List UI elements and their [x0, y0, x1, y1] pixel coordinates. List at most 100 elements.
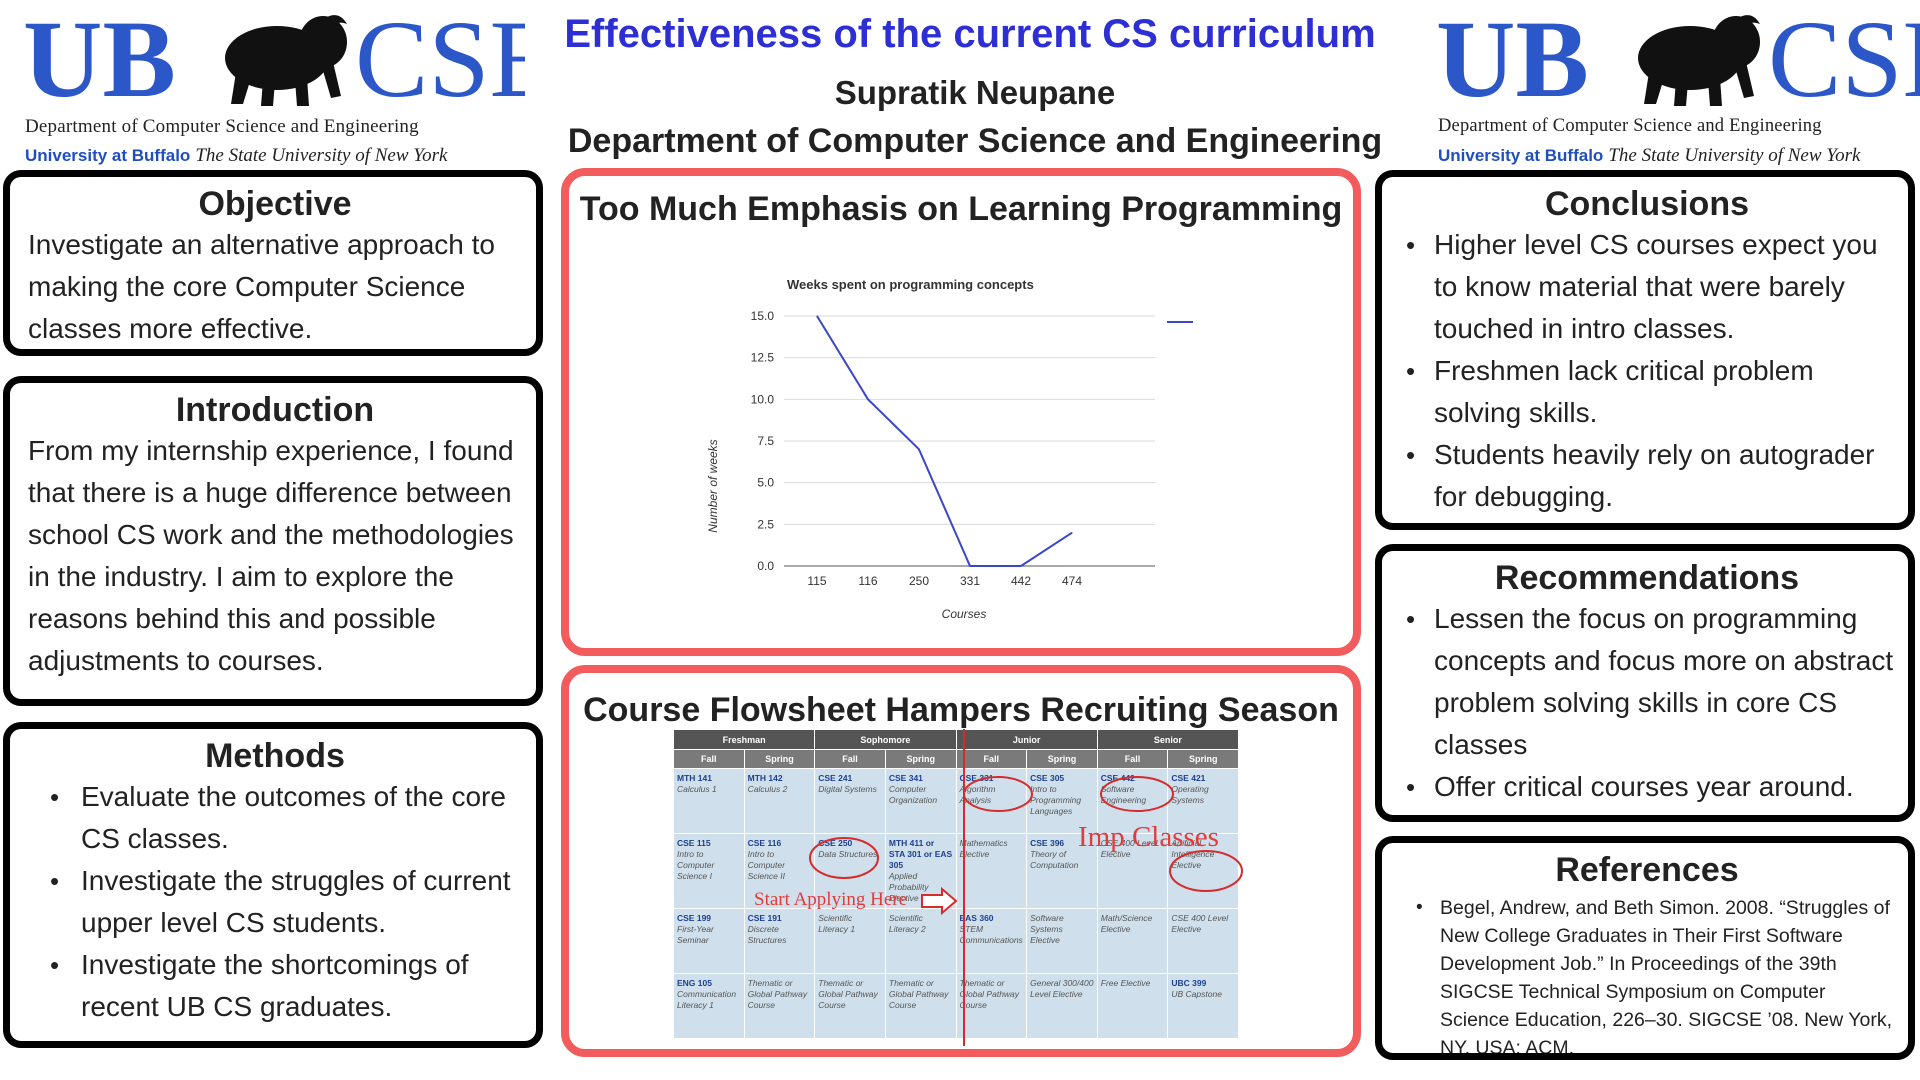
course-code: CSE 305 — [1030, 773, 1065, 783]
course-cell: Thematic or Global Pathway Course — [884, 973, 957, 1039]
course-code: MTH 141 — [677, 773, 712, 783]
semester-header: Fall — [814, 749, 886, 769]
course-code: CSE 331 — [959, 773, 994, 783]
course-description: Scientific Literacy 2 — [888, 913, 926, 934]
chart-y-tick-label: 10.0 — [751, 392, 775, 406]
course-cell: Scientific Literacy 1 — [814, 908, 886, 974]
poster-department: Department of Computer Science and Engin… — [567, 122, 1383, 160]
conclusions-heading: Conclusions — [1544, 185, 1750, 223]
course-code: CSE 116 — [747, 838, 782, 848]
logo-university-line: University at Buffalo The State Universi… — [25, 145, 525, 167]
course-cell: CSE 241 Digital Systems — [814, 768, 886, 834]
course-code: CSE 199 — [677, 913, 712, 923]
course-description: UB Capstone — [1171, 989, 1222, 999]
course-description: Discrete Structures — [747, 924, 787, 945]
flowsheet-heading: Course Flowsheet Hampers Recruiting Seas… — [583, 691, 1339, 729]
course-cell: MTH 142 Calculus 2 — [743, 768, 816, 834]
course-description: General 300/400 Level Elective — [1030, 978, 1094, 999]
imp-classes-label: Imp Classes — [1078, 821, 1219, 853]
chart-x-tick-label: 115 — [807, 574, 826, 588]
recommendations-heading: Recommendations — [1494, 559, 1800, 597]
course-code: CSE 241 — [818, 773, 853, 783]
course-description: Computer Organization — [888, 784, 938, 805]
year-header: Junior — [955, 729, 1098, 750]
course-code: CSE 250 — [818, 838, 853, 848]
ub-cse-logo-right: UB CSE Department of Computer Science an… — [1438, 8, 1920, 168]
chart-x-tick-label: 442 — [1011, 574, 1031, 588]
course-code: ENG 105 — [677, 978, 712, 988]
conclusions-item: Freshmen lack critical problem solving s… — [1400, 350, 1894, 434]
semester-header: Spring — [884, 749, 957, 769]
flowsheet-semester-row: Fall Spring Fall Spring Fall Spring Fall… — [673, 749, 1239, 769]
flowsheet-row: CSE 199 First-Year Seminar CSE 191 Discrete… — [673, 908, 1239, 974]
conclusions-item: Students heavily rely on autograder for … — [1400, 434, 1894, 518]
logo-suny-name: The State University of New York — [1608, 145, 1861, 166]
course-description: Software Systems Elective — [1030, 913, 1064, 945]
semester-header: Fall — [673, 749, 745, 769]
course-code: UBC 399 — [1171, 978, 1207, 988]
introduction-text: From my internship experience, I found t… — [28, 435, 514, 677]
year-header: Freshman — [672, 729, 816, 750]
course-description: Communication Literacy 1 — [677, 989, 737, 1010]
chart-panel: Too Much Emphasis on Learning Programmin… — [561, 168, 1361, 656]
conclusions-panel: Conclusions Higher level CS courses expe… — [1375, 170, 1915, 530]
flowsheet-table: Freshman Sophomore Junior Senior Fall Sp… — [672, 729, 1240, 1039]
chart-y-tick-label: 12.5 — [751, 351, 775, 365]
course-code: CSE 442 — [1100, 773, 1135, 783]
semester-header: Fall — [955, 749, 1028, 769]
chart-data-point — [969, 565, 971, 567]
course-cell: EAS 360 STEM Communications — [955, 908, 1028, 974]
introduction-heading: Introduction — [175, 391, 375, 429]
chart-y-axis-label: Number of weeks — [706, 439, 720, 532]
logo-department-line: Department of Computer Science and Engin… — [1438, 116, 1822, 136]
logo-department-line: Department of Computer Science and Engin… — [25, 116, 419, 137]
course-cell: CSE 331 Algorithm Analysis — [955, 768, 1028, 834]
course-description: Operating Systems — [1171, 784, 1209, 805]
objective-panel: Objective Investigate an alternative app… — [3, 170, 543, 356]
ub-letters: UB — [25, 8, 176, 113]
chart-x-tick-label: 331 — [960, 574, 980, 588]
conclusions-list: Higher level CS courses expect you to kn… — [1400, 224, 1894, 518]
course-code: MTH 411 or STA 301 or EAS 305 — [888, 838, 953, 870]
course-code: CSE 115 — [677, 838, 711, 848]
course-description: Data Structures — [818, 849, 878, 859]
course-cell: Scientific Literacy 2 — [884, 908, 957, 974]
buffalo-icon — [1638, 15, 1760, 106]
semester-header: Spring — [1026, 749, 1098, 769]
course-cell: Free Elective — [1096, 973, 1169, 1039]
chart-x-tick-label: 116 — [858, 574, 877, 588]
course-cell: ENG 105 Communication Literacy 1 — [673, 973, 745, 1039]
start-applying-label: Start Applying Here — [754, 889, 908, 910]
buffalo-icon — [225, 15, 347, 106]
references-heading: References — [1555, 851, 1739, 889]
course-description: Mathematics Elective — [959, 838, 1008, 859]
recommendations-item: Offer critical courses year around. — [1400, 766, 1894, 808]
chart-y-tick-label: 2.5 — [757, 517, 774, 531]
course-cell: CSE 400 Level Elective — [1167, 908, 1239, 974]
course-code: CSE 341 — [888, 773, 923, 783]
course-description: Intro to Computer Science I — [677, 849, 715, 881]
chart-data-point — [1020, 565, 1022, 567]
ub-cse-wordmark-right: UB CSE — [1438, 8, 1920, 113]
course-code: EAS 360 — [959, 913, 994, 923]
line-chart: Weeks spent on programming concepts Numb… — [706, 277, 1193, 621]
references-list: Begel, Andrew, and Beth Simon. 2008. “St… — [1400, 894, 1894, 1053]
course-description: Free Elective — [1100, 978, 1151, 988]
recommendations-list: Lessen the focus on programming concepts… — [1400, 598, 1894, 808]
course-description: Algorithm Analysis — [959, 784, 996, 805]
chart-x-tick-label: 250 — [909, 574, 929, 588]
course-cell: Thematic or Global Pathway Course — [814, 973, 886, 1039]
methods-item: Evaluate the outcomes of the core CS cla… — [28, 776, 522, 860]
course-cell: CSE 191 Discrete Structures — [743, 908, 816, 974]
chart-y-ticks: 0.0 2.5 5.0 7.5 10.0 12.5 15.0 — [751, 309, 775, 573]
course-code: CSE 421 — [1171, 773, 1206, 783]
course-cell: UBC 399 UB Capstone — [1167, 973, 1239, 1039]
chart-y-tick-label: 5.0 — [757, 476, 774, 490]
course-description: Calculus 2 — [747, 784, 788, 794]
course-code: MTH 142 — [747, 773, 783, 783]
course-cell: Mathematics Elective — [955, 833, 1028, 909]
course-cell: Software Systems Elective — [1026, 908, 1098, 974]
conclusions-item: Higher level CS courses expect you to kn… — [1400, 224, 1894, 350]
course-description: Thematic or Global Pathway Course — [818, 978, 878, 1010]
chart-data-point — [1071, 532, 1073, 534]
